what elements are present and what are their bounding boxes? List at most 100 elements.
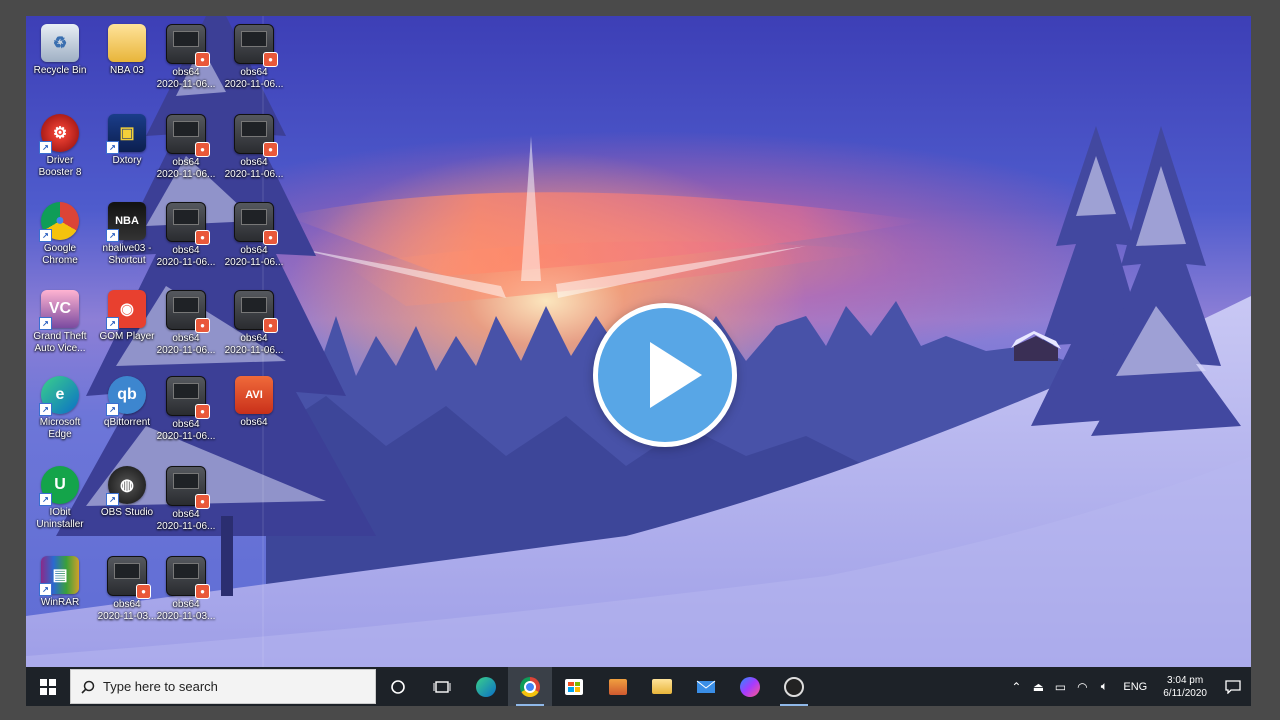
- obs-badge-icon: ●: [195, 318, 210, 333]
- obs-badge-icon: ●: [195, 404, 210, 419]
- wifi-icon[interactable]: ◠: [1071, 680, 1093, 694]
- taskbar-cortana-button[interactable]: [376, 667, 420, 706]
- mail-icon: [696, 680, 716, 694]
- desktop-icon[interactable]: U ↗ IObit Uninstaller: [26, 466, 94, 531]
- obs-video-icon: ●: [234, 114, 278, 157]
- winrar-icon: ▤ ↗: [39, 556, 79, 596]
- desktop-icon[interactable]: VC ↗ Grand Theft Auto Vice...: [26, 290, 94, 355]
- recycle-bin-icon: ♻: [41, 24, 79, 62]
- desktop-icon[interactable]: ● obs64 2020-11-06...: [220, 24, 288, 91]
- obs-video-icon: ●: [166, 202, 210, 245]
- desktop-icon[interactable]: ● obs64 2020-11-03...: [93, 556, 161, 623]
- obs-badge-icon: ●: [263, 142, 278, 157]
- shortcut-arrow-icon: ↗: [39, 317, 52, 330]
- desktop-icon[interactable]: ● obs64 2020-11-06...: [152, 114, 220, 181]
- taskbar-media-player-button[interactable]: [596, 667, 640, 706]
- desktop-icon[interactable]: ◉ ↗ GOM Player: [93, 290, 161, 343]
- play-icon[interactable]: [593, 303, 737, 447]
- desktop-icon[interactable]: ● obs64 2020-11-06...: [152, 376, 220, 443]
- desktop-icon-label: obs64 2020-11-03...: [156, 599, 216, 622]
- desktop-icon[interactable]: NBA ↗ nbalive03 - Shortcut: [93, 202, 161, 267]
- obs-video-icon: ●: [166, 290, 210, 333]
- nba-live-icon: NBA ↗: [106, 202, 146, 242]
- store-icon: [565, 678, 583, 695]
- obs-badge-icon: ●: [263, 318, 278, 333]
- obs-badge-icon: ●: [136, 584, 151, 599]
- desktop-icon[interactable]: ▣ ↗ Dxtory: [93, 114, 161, 167]
- usb-icon[interactable]: ⏏: [1027, 680, 1049, 694]
- taskbar-store-button[interactable]: [552, 667, 596, 706]
- obs-video-icon: ●: [166, 466, 210, 509]
- shortcut-arrow-icon: ↗: [106, 229, 119, 242]
- windows-logo-icon: [40, 678, 56, 695]
- cortana-icon: [390, 679, 406, 695]
- desktop-icon-label: obs64 2020-11-06...: [156, 333, 216, 356]
- shortcut-arrow-icon: ↗: [39, 493, 52, 506]
- desktop-icon[interactable]: ● obs64 2020-11-06...: [152, 24, 220, 91]
- desktop-icon[interactable]: ● obs64 2020-11-06...: [152, 202, 220, 269]
- desktop-icon[interactable]: AVI obs64: [220, 376, 288, 429]
- taskbar-task-view-button[interactable]: [420, 667, 464, 706]
- taskbar-file-explorer-button[interactable]: [640, 667, 684, 706]
- obs-studio-icon: [784, 676, 804, 697]
- gom-player-icon: ◉ ↗: [106, 290, 146, 330]
- obs-video-icon: ●: [107, 556, 151, 599]
- desktop-icon[interactable]: ● obs64 2020-11-06...: [220, 202, 288, 269]
- avi-file-icon: AVI: [235, 376, 273, 414]
- driver-booster-icon: ⚙ ↗: [39, 114, 79, 154]
- desktop-icon-label: obs64 2020-11-06...: [156, 419, 216, 442]
- desktop-icon-label: GOM Player: [99, 331, 155, 342]
- taskbar-obs-studio-button[interactable]: [772, 667, 816, 706]
- battery-icon[interactable]: ▭: [1049, 680, 1071, 694]
- obs-badge-icon: ●: [195, 230, 210, 245]
- desktop-icon-label: obs64 2020-11-06...: [156, 245, 216, 268]
- folder-icon: [108, 24, 146, 62]
- obs-badge-icon: ●: [195, 142, 210, 157]
- desktop-icon[interactable]: ⚙ ↗ Driver Booster 8: [26, 114, 94, 179]
- shortcut-arrow-icon: ↗: [39, 403, 52, 416]
- obs-studio-icon: ◍ ↗: [106, 466, 146, 506]
- desktop-icon[interactable]: ● obs64 2020-11-03...: [152, 556, 220, 623]
- obs-badge-icon: ●: [263, 52, 278, 67]
- obs-video-icon: ●: [166, 24, 210, 67]
- messenger-icon: [740, 676, 760, 697]
- desktop-icon-label: Grand Theft Auto Vice...: [33, 331, 87, 354]
- system-tray: ⌃ ⏏ ▭ ◠ 🔈︎ ENG 3:04 pm 6/11/2020: [1005, 667, 1251, 706]
- taskbar-edge-button[interactable]: [464, 667, 508, 706]
- notification-icon[interactable]: [1215, 679, 1251, 694]
- desktop-icon-label: obs64 2020-11-06...: [224, 333, 284, 356]
- desktop-icon[interactable]: NBA 03: [93, 24, 161, 77]
- taskbar-mail-button[interactable]: [684, 667, 728, 706]
- chevron-up-icon[interactable]: ⌃: [1005, 680, 1027, 694]
- desktop-icon[interactable]: ● obs64 2020-11-06...: [220, 290, 288, 357]
- desktop-icon-label: Recycle Bin: [33, 65, 87, 76]
- start-button[interactable]: [26, 667, 70, 706]
- taskbar-messenger-button[interactable]: [728, 667, 772, 706]
- desktop-icon[interactable]: ◍ ↗ OBS Studio: [93, 466, 161, 519]
- desktop-icon[interactable]: ● obs64 2020-11-06...: [152, 466, 220, 533]
- obs-video-icon: ●: [234, 24, 278, 67]
- desktop-icon[interactable]: ♻ Recycle Bin: [26, 24, 94, 77]
- search-box[interactable]: Type here to search: [70, 669, 376, 704]
- desktop-icon-label: obs64 2020-11-06...: [156, 157, 216, 180]
- shortcut-arrow-icon: ↗: [106, 403, 119, 416]
- desktop-icon[interactable]: ▤ ↗ WinRAR: [26, 556, 94, 609]
- desktop-icon[interactable]: ● obs64 2020-11-06...: [152, 290, 220, 357]
- desktop-icon[interactable]: qb ↗ qBittorrent: [93, 376, 161, 429]
- dxtory-icon: ▣ ↗: [106, 114, 146, 154]
- desktop-icon[interactable]: e ↗ Microsoft Edge: [26, 376, 94, 441]
- obs-badge-icon: ●: [195, 52, 210, 67]
- clock-date: 6/11/2020: [1163, 687, 1207, 699]
- desktop-icon[interactable]: ● ↗ Google Chrome: [26, 202, 94, 267]
- obs-video-icon: ●: [166, 376, 210, 419]
- obs-badge-icon: ●: [263, 230, 278, 245]
- desktop-icon[interactable]: ● obs64 2020-11-06...: [220, 114, 288, 181]
- taskbar-chrome-button[interactable]: [508, 667, 552, 706]
- desktop-icon-label: obs64 2020-11-03...: [97, 599, 157, 622]
- volume-icon[interactable]: 🔈︎: [1093, 679, 1115, 694]
- language-indicator[interactable]: ENG: [1123, 681, 1147, 693]
- shortcut-arrow-icon: ↗: [106, 141, 119, 154]
- clock[interactable]: 3:04 pm 6/11/2020: [1163, 674, 1207, 700]
- desktop-icon-label: Microsoft Edge: [39, 417, 81, 440]
- shortcut-arrow-icon: ↗: [106, 493, 119, 506]
